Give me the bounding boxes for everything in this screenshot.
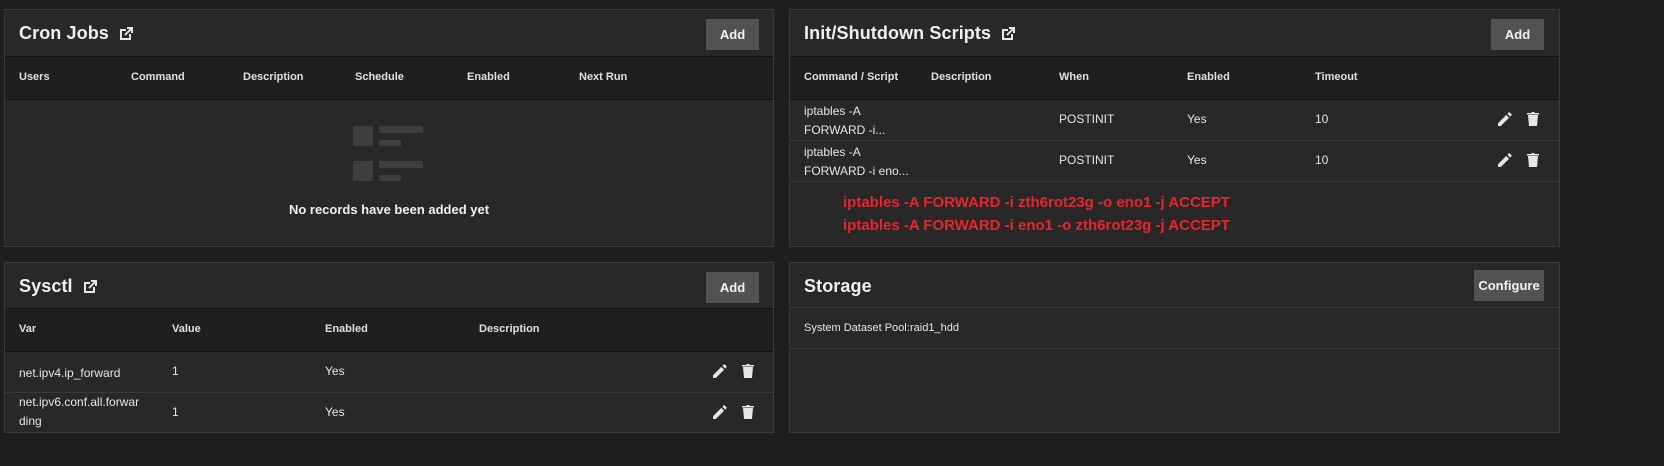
init-shutdown-card: Init/Shutdown Scripts Add Command / Scri… bbox=[789, 9, 1560, 247]
pencil-icon[interactable] bbox=[711, 403, 729, 421]
column-header-command-script[interactable]: Command / Script bbox=[804, 71, 898, 83]
command-line: iptables -A bbox=[804, 104, 861, 118]
row-actions bbox=[1496, 110, 1542, 128]
row-actions bbox=[711, 362, 757, 380]
external-link-icon[interactable] bbox=[81, 278, 99, 296]
trash-icon[interactable] bbox=[1524, 110, 1542, 128]
system-dataset-pool-value: raid1_hdd bbox=[910, 322, 959, 334]
sysctl-card: Sysctl Add Var Value Enabled Description… bbox=[4, 262, 774, 433]
table-row[interactable]: net.ipv6.conf.all.forwar ding 1 Yes bbox=[5, 392, 773, 433]
enabled-cell: Yes bbox=[325, 405, 345, 419]
timeout-cell: 10 bbox=[1315, 112, 1329, 126]
system-dataset-pool-label: System Dataset Pool: bbox=[804, 322, 910, 334]
column-header-enabled[interactable]: Enabled bbox=[467, 71, 510, 83]
storage-title: Storage bbox=[804, 276, 872, 296]
value-cell: 1 bbox=[172, 364, 179, 378]
timeout-cell: 10 bbox=[1315, 153, 1329, 167]
enabled-cell: Yes bbox=[1187, 153, 1207, 167]
external-link-icon[interactable] bbox=[117, 25, 135, 43]
var-line: ding bbox=[19, 414, 42, 428]
cron-jobs-header: Cron Jobs Add bbox=[5, 10, 773, 58]
init-table-header: Command / Script Description When Enable… bbox=[790, 56, 1559, 100]
enabled-cell: Yes bbox=[325, 364, 345, 378]
trash-icon[interactable] bbox=[1524, 151, 1542, 169]
command-line: iptables -A bbox=[804, 145, 861, 159]
init-add-button[interactable]: Add bbox=[1491, 19, 1544, 50]
trash-icon[interactable] bbox=[739, 403, 757, 421]
table-row[interactable]: iptables -A FORWARD -i... POSTINIT Yes 1… bbox=[790, 99, 1559, 141]
sysctl-title: Sysctl bbox=[19, 276, 73, 296]
command-cell: iptables -A FORWARD -i... bbox=[804, 102, 885, 140]
external-link-icon[interactable] bbox=[999, 25, 1017, 43]
cron-add-button[interactable]: Add bbox=[706, 19, 759, 50]
when-cell: POSTINIT bbox=[1059, 153, 1115, 167]
command-cell: iptables -A FORWARD -i eno... bbox=[804, 143, 909, 181]
value-cell: 1 bbox=[172, 405, 179, 419]
sysctl-header: Sysctl Add bbox=[5, 263, 773, 311]
column-header-timeout[interactable]: Timeout bbox=[1315, 71, 1358, 83]
cron-table-header: Users Command Description Schedule Enabl… bbox=[5, 56, 773, 100]
table-row[interactable]: net.ipv4.ip_forward 1 Yes bbox=[5, 351, 773, 393]
command-line: FORWARD -i eno... bbox=[804, 164, 909, 178]
column-header-users[interactable]: Users bbox=[19, 71, 50, 83]
storage-info-row: System Dataset Pool: raid1_hdd bbox=[790, 308, 1559, 349]
sysctl-table-header: Var Value Enabled Description bbox=[5, 308, 773, 352]
pencil-icon[interactable] bbox=[1496, 151, 1514, 169]
column-header-var[interactable]: Var bbox=[19, 323, 36, 335]
column-header-value[interactable]: Value bbox=[172, 323, 201, 335]
row-actions bbox=[1496, 151, 1542, 169]
column-header-command[interactable]: Command bbox=[131, 71, 185, 83]
column-header-enabled[interactable]: Enabled bbox=[325, 323, 368, 335]
column-header-when[interactable]: When bbox=[1059, 71, 1089, 83]
table-row[interactable]: iptables -A FORWARD -i eno... POSTINIT Y… bbox=[790, 140, 1559, 182]
column-header-description[interactable]: Description bbox=[479, 323, 540, 335]
cron-jobs-title: Cron Jobs bbox=[19, 23, 109, 43]
pencil-icon[interactable] bbox=[1496, 110, 1514, 128]
var-line: net.ipv6.conf.all.forwar bbox=[19, 395, 140, 409]
annotation-line: iptables -A FORWARD -i zth6rot23g -o eno… bbox=[843, 194, 1230, 211]
init-shutdown-header: Init/Shutdown Scripts Add bbox=[790, 10, 1559, 58]
column-header-description[interactable]: Description bbox=[243, 71, 304, 83]
init-shutdown-title: Init/Shutdown Scripts bbox=[804, 23, 992, 43]
storage-card: Storage Configure System Dataset Pool: r… bbox=[789, 262, 1560, 433]
init-shutdown-title-link[interactable]: Init/Shutdown Scripts bbox=[804, 23, 1017, 44]
annotation-text: iptables -A FORWARD -i zth6rot23g -o eno… bbox=[843, 191, 1230, 237]
row-actions bbox=[711, 403, 757, 421]
column-header-description[interactable]: Description bbox=[931, 71, 992, 83]
trash-icon[interactable] bbox=[739, 362, 757, 380]
sysctl-add-button[interactable]: Add bbox=[706, 272, 759, 303]
command-line: FORWARD -i... bbox=[804, 123, 886, 137]
storage-header: Storage Configure bbox=[790, 263, 1559, 308]
sysctl-title-link[interactable]: Sysctl bbox=[19, 276, 99, 297]
cron-jobs-card: Cron Jobs Add Users Command Description … bbox=[4, 9, 774, 247]
pencil-icon[interactable] bbox=[711, 362, 729, 380]
var-line: net.ipv4.ip_forward bbox=[19, 366, 121, 380]
when-cell: POSTINIT bbox=[1059, 112, 1115, 126]
column-header-schedule[interactable]: Schedule bbox=[355, 71, 404, 83]
var-cell: net.ipv4.ip_forward bbox=[19, 364, 120, 383]
cron-empty-message: No records have been added yet bbox=[288, 202, 490, 217]
storage-configure-button[interactable]: Configure bbox=[1474, 270, 1544, 301]
var-cell: net.ipv6.conf.all.forwar ding bbox=[19, 393, 139, 431]
empty-list-icon bbox=[353, 126, 423, 181]
cron-jobs-title-link[interactable]: Cron Jobs bbox=[19, 23, 135, 44]
annotation-line: iptables -A FORWARD -i eno1 -o zth6rot23… bbox=[843, 217, 1230, 234]
enabled-cell: Yes bbox=[1187, 112, 1207, 126]
column-header-next-run[interactable]: Next Run bbox=[579, 71, 627, 83]
column-header-enabled[interactable]: Enabled bbox=[1187, 71, 1230, 83]
